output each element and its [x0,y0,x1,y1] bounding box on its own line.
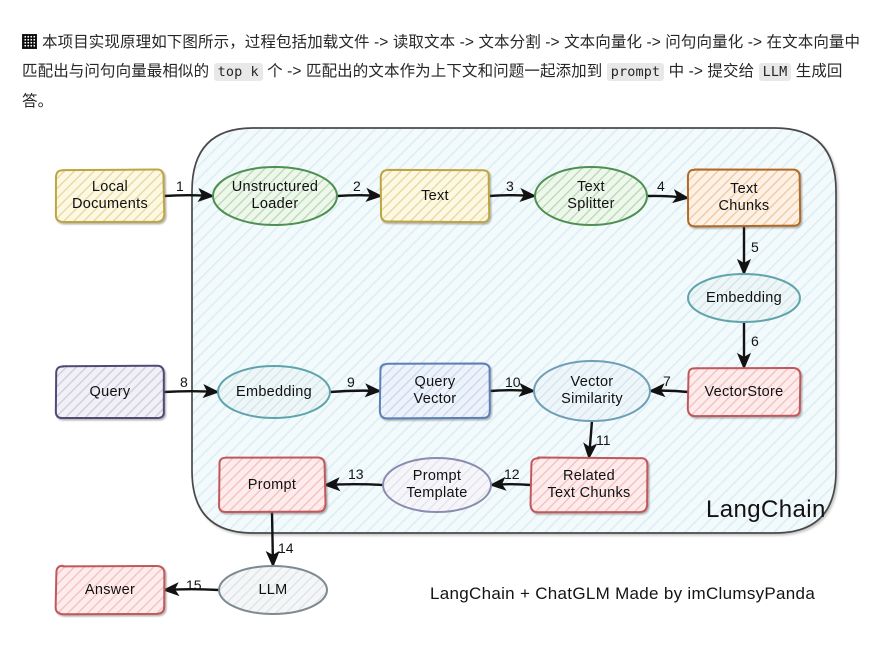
node-text-splitter [535,167,647,225]
node-answer [56,566,165,615]
edge-3 [489,195,535,196]
inline-code-llm: LLM [759,63,792,81]
node-embedding-doc [688,274,800,322]
description-text-2: 个 -> 匹配出的文本作为上下文和问题一起添加到 [263,63,607,80]
flag-icon [22,34,37,49]
node-embedding-query [218,366,330,418]
edge-15 [164,589,219,590]
edge-7 [650,391,688,392]
node-llm [219,566,327,614]
node-query [56,366,164,418]
node-prompt-template [383,458,491,512]
node-vector-similarity [534,361,650,421]
node-text [381,170,489,222]
edge-8 [164,391,218,392]
node-unstructured-loader [213,167,337,225]
edge-12 [491,484,531,485]
node-vectorstore [688,368,801,416]
edge-14 [272,512,273,566]
edge-9 [330,391,380,392]
edge-1 [164,195,213,196]
node-prompt [219,458,325,512]
node-related-text-chunks [531,458,648,513]
edge-13 [325,484,383,485]
edge-10 [490,390,534,391]
flow-diagram: Local Documents Unstructured Loader Text Te… [0,96,886,651]
inline-code-topk: top k [214,63,263,81]
description-text-3: 中 -> 提交给 [664,63,758,80]
node-query-vector [380,364,490,419]
inline-code-prompt: prompt [607,63,664,81]
diagram-svg [0,96,886,651]
node-text-chunks [688,170,800,227]
edge-2 [337,195,381,196]
node-local-documents [56,170,164,222]
